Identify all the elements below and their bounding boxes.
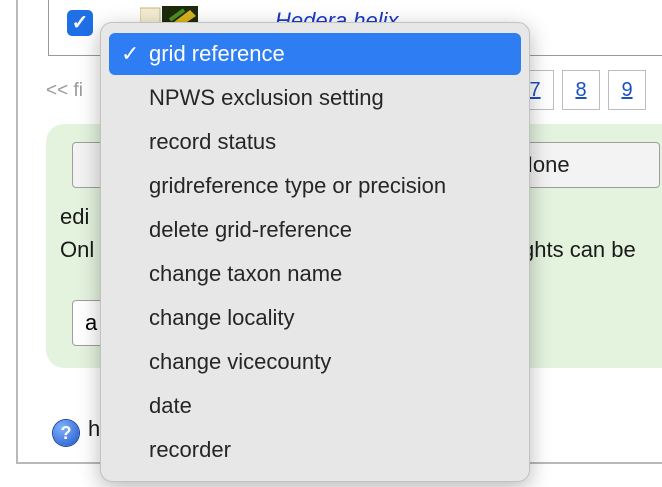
menu-item-date[interactable]: date [109,385,521,427]
menu-item-npws-exclusion[interactable]: NPWS exclusion setting [109,77,521,119]
menu-item-label: date [149,393,192,418]
menu-item-label: recorder [149,437,231,462]
menu-item-label: change taxon name [149,261,343,286]
page-link-8[interactable]: 8 [562,70,600,110]
menu-item-label: change locality [149,305,295,330]
menu-item-change-taxon[interactable]: change taxon name [109,253,521,295]
rights-label: ghts can be [522,237,636,262]
menu-item-record-status[interactable]: record status [109,121,521,163]
menu-item-label: grid reference [149,41,285,66]
menu-item-delete-gridref[interactable]: delete grid-reference [109,209,521,251]
menu-item-label: change vicecounty [149,349,332,374]
menu-item-label: NPWS exclusion setting [149,85,384,110]
edit-field-dropdown-menu: ✓ grid reference NPWS exclusion setting … [100,22,530,482]
menu-item-label: delete grid-reference [149,217,353,242]
help-icon[interactable]: ? [53,420,79,446]
record-checkbox[interactable]: ✓ [67,10,93,36]
only-label: Onl [60,237,95,262]
menu-item-recorder[interactable]: recorder [109,429,521,471]
menu-item-grid-reference[interactable]: ✓ grid reference [109,33,521,75]
help-label: h [88,416,101,441]
menu-item-label: gridreference type or precision [149,173,447,198]
checkmark-icon: ✓ [121,41,140,66]
menu-item-change-vicecounty[interactable]: change vicecounty [109,341,521,383]
menu-item-label: record status [149,129,277,154]
menu-item-change-locality[interactable]: change locality [109,297,521,339]
pager-first-link[interactable]: << fi [46,80,83,102]
page-link-9[interactable]: 9 [608,70,646,110]
menu-item-gridref-precision[interactable]: gridreference type or precision [109,165,521,207]
edit-label: edi [60,204,90,229]
